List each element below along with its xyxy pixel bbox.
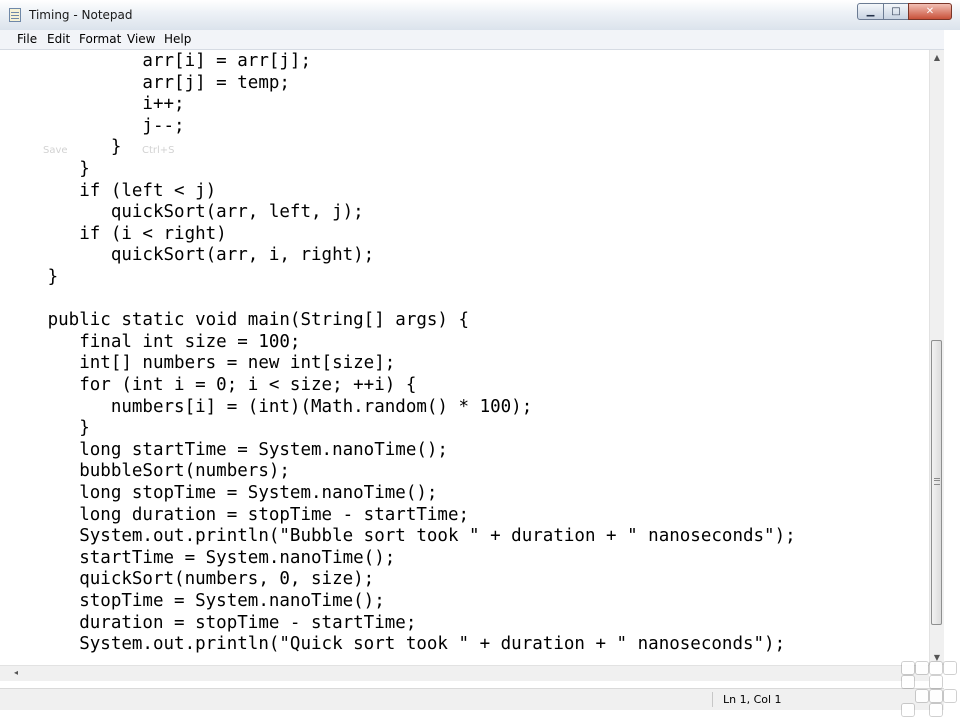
code-line: long duration = stopTime - startTime; <box>16 504 470 525</box>
code-line: i++; <box>16 94 185 115</box>
code-line: } <box>16 159 90 179</box>
code-line: duration = stopTime - startTime; <box>16 612 417 633</box>
code-line: int[] numbers = new int[size]; <box>16 353 396 374</box>
code-line: arr[i] = arr[j]; <box>16 51 312 71</box>
menu-view[interactable]: View <box>125 32 157 46</box>
code-line: } <box>16 267 59 287</box>
code-line: long startTime = System.nanoTime(); <box>16 439 448 460</box>
code-line: j--; <box>16 115 185 136</box>
minimize-button[interactable]: ▁ <box>857 3 884 20</box>
status-divider <box>712 692 713 707</box>
code-line: for (int i = 0; i < size; ++i) { <box>16 375 417 395</box>
menu-bar: File Edit Format View Help <box>0 30 960 50</box>
code-line: if (left < j) <box>16 180 217 201</box>
window-title: Timing - Notepad <box>29 8 133 22</box>
window-controls: ▁ □ ✕ <box>857 3 952 21</box>
code-line: System.out.println("Quick sort took " + … <box>16 634 786 655</box>
code-line: quickSort(arr, left, j); <box>16 202 364 223</box>
window-edge-right <box>944 30 960 720</box>
code-line: if (i < right) <box>16 223 227 244</box>
code-line: } <box>16 137 122 158</box>
code-line: numbers[i] = (int)(Math.random() * 100); <box>16 396 533 417</box>
close-button[interactable]: ✕ <box>908 3 952 20</box>
code-line: final int size = 100; <box>16 331 301 352</box>
code-line: bubbleSort(numbers); <box>16 461 290 482</box>
title-bar[interactable]: Timing - Notepad ▁ □ ✕ <box>0 0 960 31</box>
close-icon: ✕ <box>925 6 935 17</box>
text-editor[interactable]: arr[i] = arr[j]; arr[j] = temp; i++; j--… <box>0 50 929 665</box>
menu-file[interactable]: File <box>15 32 39 46</box>
grip-icon <box>934 478 940 485</box>
code-line: quickSort(numbers, 0, size); <box>16 569 375 590</box>
ghost-save-label: Save <box>43 145 68 156</box>
horizontal-scrollbar[interactable]: ◂ <box>0 665 929 681</box>
code-line: stopTime = System.nanoTime(); <box>16 591 385 611</box>
status-bar: Ln 1, Col 1 <box>0 688 944 710</box>
code-line: } <box>16 418 90 439</box>
maximize-button[interactable]: □ <box>883 3 909 20</box>
menu-edit[interactable]: Edit <box>45 32 72 46</box>
minimize-icon: ▁ <box>866 6 875 17</box>
scroll-left-icon[interactable]: ◂ <box>14 668 18 677</box>
code-line: quickSort(arr, i, right); <box>16 245 375 266</box>
code-line: System.out.println("Bubble sort took " +… <box>16 526 796 547</box>
maximize-icon: □ <box>891 6 901 17</box>
ghost-save-shortcut: Ctrl+S <box>142 145 175 156</box>
window-edge-bottom <box>0 710 944 720</box>
scroll-up-icon[interactable]: ▲ <box>930 50 944 65</box>
vertical-scrollbar[interactable]: ▲ ▼ <box>929 50 944 665</box>
code-line: startTime = System.nanoTime(); <box>16 547 396 568</box>
code-line: long stopTime = System.nanoTime(); <box>16 483 438 503</box>
vertical-scroll-thumb[interactable] <box>931 340 942 625</box>
menu-format[interactable]: Format <box>77 32 123 46</box>
notepad-icon <box>9 8 21 22</box>
watermark-logo-icon <box>900 660 956 716</box>
cursor-position: Ln 1, Col 1 <box>723 693 782 706</box>
code-line: arr[j] = temp; <box>16 72 290 93</box>
menu-help[interactable]: Help <box>162 32 193 46</box>
code-line: public static void main(String[] args) { <box>16 310 470 331</box>
